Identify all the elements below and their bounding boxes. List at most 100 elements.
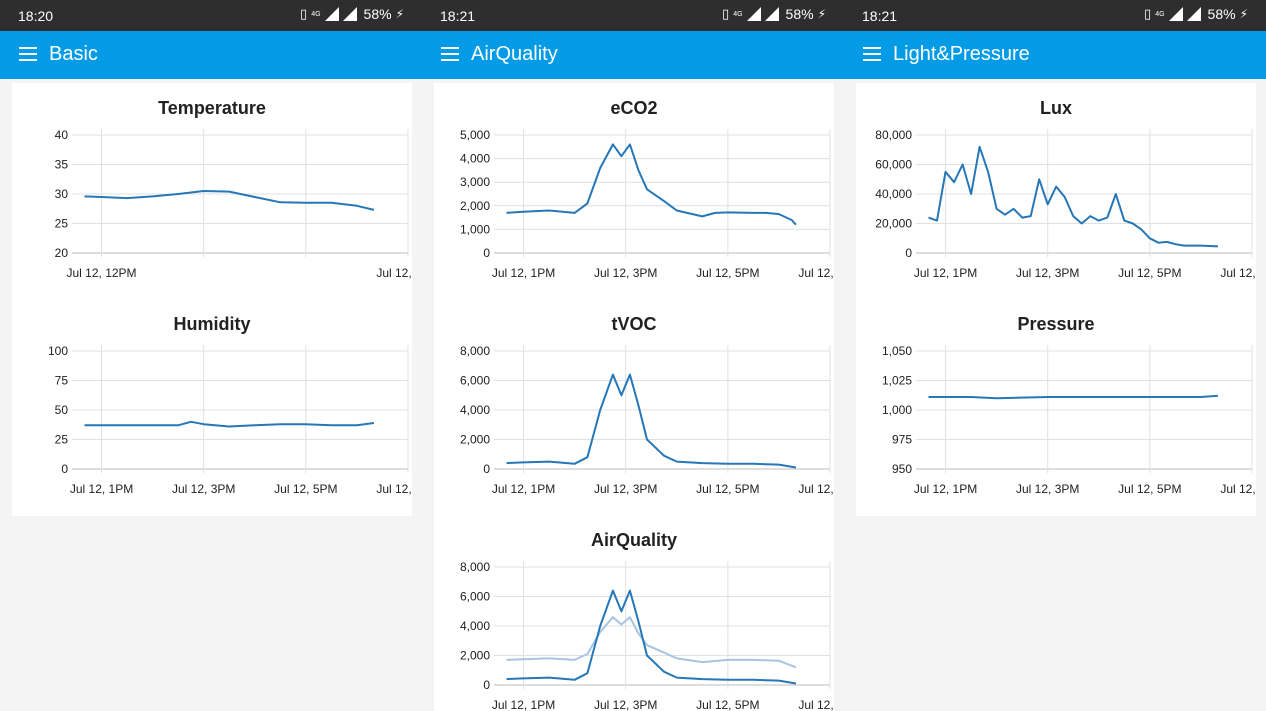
chart-title: eCO2 <box>610 98 657 118</box>
hamburger-menu-icon[interactable] <box>863 47 881 61</box>
app-bar: AirQuality <box>422 31 844 79</box>
status-bar: 18:21 ▯ 4G 58% ⚡ <box>844 0 1266 31</box>
phone-screen-3: 18:21 ▯ 4G 58% ⚡ Light&Pressure Lux 80,000 60,00… <box>844 0 1266 711</box>
series-line <box>928 145 1218 248</box>
phone-screen-2: 18:21 ▯ 4G 58% ⚡ AirQuality eCO2 5,000 4,000 3,00… <box>422 0 844 711</box>
x-tick-label: Jul 12, 1PM <box>914 266 977 280</box>
x-tick-label: Jul 12, 7PM <box>1220 266 1256 280</box>
network-type: 4G <box>311 10 321 18</box>
chart-tvoc: tVOC 8,000 6,000 4,000 2,000 0Jul 12, 1PM Jul … <box>460 314 834 496</box>
chart-lux: Lux 80,000 60,000 40,000 20,000 0Jul 12, 1PM J… <box>875 98 1256 280</box>
series-line <box>506 589 797 685</box>
series-line <box>506 143 797 226</box>
y-tick-label: 950 <box>892 462 912 476</box>
signal-icon <box>324 7 339 21</box>
x-tick-label: Jul 12, 5PM <box>1118 266 1181 280</box>
page-title: Light&Pressure <box>893 43 1030 65</box>
y-tick-label: 0 <box>483 246 490 260</box>
vibrate-icon: ▯ <box>300 6 308 21</box>
x-tick-label: Jul 12, 3PM <box>172 482 235 496</box>
status-time: 18:21 <box>440 8 476 24</box>
y-tick-label: 6,000 <box>460 590 490 604</box>
y-tick-label: 2,000 <box>460 649 490 663</box>
x-tick-label: Jul 12, 5PM <box>696 266 759 280</box>
series-line <box>84 420 375 428</box>
network-type: 4G <box>1155 10 1165 18</box>
y-tick-label: 6,000 <box>460 374 490 388</box>
x-tick-label: Jul 12, 5PM <box>274 482 337 496</box>
x-tick-label: Jul 12, 7PM <box>376 482 412 496</box>
status-icons: ▯ 4G 58% ⚡ <box>300 6 404 22</box>
y-tick-label: 1,000 <box>460 222 490 236</box>
status-bar: 18:21 ▯ 4G 58% ⚡ <box>422 0 844 31</box>
status-time: 18:21 <box>862 8 898 24</box>
y-tick-label: 100 <box>48 344 68 358</box>
chart-pressure: Pressure 1,050 1,025 1,000 975 950Jul 12, 1PM… <box>882 314 1256 496</box>
chart-eco2: eCO2 5,000 4,000 3,000 2,000 1,000 0Jul 12, 1P… <box>460 98 834 280</box>
signal-icon <box>342 7 357 21</box>
x-tick-label: Jul 12, 7PM <box>798 266 834 280</box>
y-tick-label: 60,000 <box>875 158 912 172</box>
y-tick-label: 25 <box>55 433 69 447</box>
vibrate-icon: ▯ <box>722 6 730 21</box>
y-tick-label: 30 <box>55 187 69 201</box>
x-tick-label: Jul 12, 1PM <box>492 698 555 711</box>
network-type: 4G <box>733 10 743 18</box>
y-tick-label: 5,000 <box>460 128 490 142</box>
chart-humidity: Humidity 100 75 50 25 0Jul 12, 1PM Jul 12, 3PM… <box>48 314 412 496</box>
page-title: AirQuality <box>471 43 558 65</box>
app-bar: Light&Pressure <box>844 31 1266 79</box>
chart-airquality: AirQuality 8,000 6,000 4,000 2,000 0Jul 12, 1… <box>460 530 834 711</box>
chart-title: AirQuality <box>591 530 677 550</box>
y-tick-label: 0 <box>905 246 912 260</box>
y-tick-label: 0 <box>61 462 68 476</box>
y-tick-label: 4,000 <box>460 403 490 417</box>
y-tick-label: 975 <box>892 433 912 447</box>
y-tick-label: 1,025 <box>882 374 912 388</box>
x-tick-label: Jul 12, 5PM <box>696 482 759 496</box>
y-tick-label: 1,050 <box>882 344 912 358</box>
hamburger-menu-icon[interactable] <box>19 47 37 61</box>
status-time: 18:20 <box>18 8 54 24</box>
x-tick-label: Jul 12, 1PM <box>70 482 133 496</box>
x-tick-label: Jul 12, 7PM <box>376 266 412 280</box>
x-tick-label: Jul 12, 12PM <box>67 266 137 280</box>
charts-card: eCO2 5,000 4,000 3,000 2,000 1,000 0 Jul 12, 1P… <box>434 83 834 711</box>
y-tick-label: 75 <box>55 374 69 388</box>
y-tick-label: 25 <box>55 217 69 231</box>
battery-percent: 58% <box>363 6 392 22</box>
chart-title: Pressure <box>1017 314 1094 334</box>
y-tick-label: 20,000 <box>875 217 912 231</box>
battery-percent: 58% <box>1207 6 1236 22</box>
x-tick-label: Jul 12, 3PM <box>1016 266 1079 280</box>
x-tick-label: Jul 12, 3PM <box>594 266 657 280</box>
vibrate-icon: ▯ <box>1144 6 1152 21</box>
status-icons: ▯ 4G 58% ⚡ <box>722 6 826 22</box>
signal-icon <box>1186 7 1201 21</box>
series-line <box>928 394 1218 400</box>
chart-title: tVOC <box>612 314 657 334</box>
chart-title: Temperature <box>158 98 266 118</box>
x-tick-label: Jul 12, 7PM <box>1220 482 1256 496</box>
y-tick-label: 2,000 <box>460 433 490 447</box>
hamburger-menu-icon[interactable] <box>441 47 459 61</box>
x-tick-label: Jul 12, 1PM <box>492 482 555 496</box>
y-tick-label: 40 <box>55 128 69 142</box>
app-bar: Basic <box>0 31 422 79</box>
y-tick-label: 4,000 <box>460 619 490 633</box>
x-tick-label: Jul 12, 7PM <box>798 482 834 496</box>
battery-percent: 58% <box>785 6 814 22</box>
y-tick-label: 50 <box>55 403 69 417</box>
x-tick-label: Jul 12, 3PM <box>594 482 657 496</box>
signal-icon <box>746 7 761 21</box>
signal-icon <box>764 7 779 21</box>
charts-card: Temperature 40 35 30 25 20 Jul 12, 12PM Jul 12,… <box>12 83 412 516</box>
y-tick-label: 35 <box>55 158 69 172</box>
phone-screen-1: 18:20 ▯ 4G 58% ⚡ Basic Temperature 40 35 30 25 20 Ju… <box>0 0 422 711</box>
y-tick-label: 8,000 <box>460 560 490 574</box>
y-tick-label: 1,000 <box>882 403 912 417</box>
y-tick-label: 8,000 <box>460 344 490 358</box>
x-tick-label: Jul 12, 1PM <box>492 266 555 280</box>
charging-icon: ⚡ <box>395 7 404 21</box>
y-tick-label: 3,000 <box>460 175 490 189</box>
